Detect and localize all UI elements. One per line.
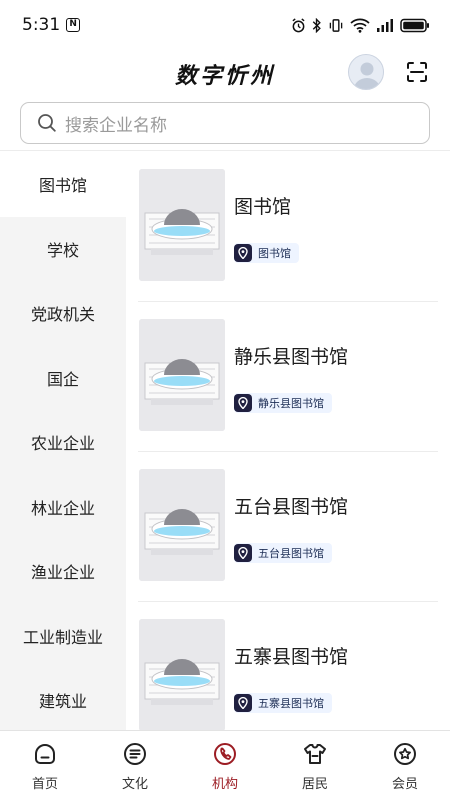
sidebar-item-construction[interactable]: 建筑业 xyxy=(0,668,126,730)
location-pin-icon xyxy=(234,544,252,562)
sidebar-item-fishery[interactable]: 渔业企业 xyxy=(0,539,126,604)
location-tag: 五寨县图书馆 xyxy=(234,693,332,713)
divider xyxy=(0,150,450,151)
sidebar-item-manufacturing[interactable]: 工业制造业 xyxy=(0,604,126,669)
search-icon xyxy=(38,114,56,132)
scan-icon xyxy=(407,62,427,82)
sidebar-item-label: 渔业企业 xyxy=(30,563,95,583)
list-item[interactable]: 五寨县图书馆 五寨县图书馆 xyxy=(126,602,450,730)
sidebar-item-label: 学校 xyxy=(46,240,79,260)
institution-list: 图书馆 图书馆 静乐县图书馆 静乐县图书馆 五台县图书馆 五台县图书馆 五寨县图… xyxy=(126,152,450,730)
item-title: 静乐县图书馆 xyxy=(234,346,349,368)
library-building-icon xyxy=(139,619,225,730)
nav-institution[interactable]: 机构 xyxy=(180,731,270,800)
alarm-icon xyxy=(291,17,306,33)
institution-icon xyxy=(214,743,236,765)
nav-label: 机构 xyxy=(211,777,238,792)
member-icon xyxy=(394,743,416,765)
library-thumbnail xyxy=(139,319,225,431)
nav-home[interactable]: 首页 xyxy=(0,731,90,800)
nav-resident[interactable]: 居民 xyxy=(270,731,360,800)
nav-label: 首页 xyxy=(31,777,58,792)
nav-label: 居民 xyxy=(301,777,328,792)
list-item[interactable]: 图书馆 图书馆 xyxy=(126,152,450,302)
nav-member[interactable]: 会员 xyxy=(360,731,450,800)
list-item[interactable]: 五台县图书馆 五台县图书馆 xyxy=(126,452,450,602)
sidebar-item-agriculture[interactable]: 农业企业 xyxy=(0,410,126,475)
avatar[interactable] xyxy=(348,54,384,90)
status-time: 5:31 xyxy=(22,15,61,35)
sidebar-item-library[interactable]: 图书馆 xyxy=(0,152,126,217)
sidebar-item-forestry[interactable]: 林业企业 xyxy=(0,475,126,540)
location-tag: 五台县图书馆 xyxy=(234,543,332,563)
library-building-icon xyxy=(139,169,225,281)
scan-button[interactable] xyxy=(405,60,429,84)
location-tag: 静乐县图书馆 xyxy=(234,393,332,413)
signal-icon xyxy=(376,18,394,32)
sidebar-item-label: 林业企业 xyxy=(30,498,95,518)
library-building-icon xyxy=(139,319,225,431)
library-thumbnail xyxy=(139,469,225,581)
library-thumbnail xyxy=(139,619,225,730)
item-title: 五寨县图书馆 xyxy=(234,646,349,668)
location-pin-icon xyxy=(234,244,252,262)
battery-icon xyxy=(400,18,430,33)
status-right xyxy=(291,17,430,33)
location-pin-icon xyxy=(234,394,252,412)
status-left: 5:31 N xyxy=(22,15,81,35)
culture-icon xyxy=(124,743,146,765)
tag-label: 图书馆 xyxy=(258,247,291,260)
category-sidebar: 图书馆 学校 党政机关 国企 农业企业 林业企业 渔业企业 工业制造业 建筑业 xyxy=(0,152,126,730)
item-title: 五台县图书馆 xyxy=(234,496,349,518)
search-input[interactable]: 搜索企业名称 xyxy=(20,102,430,144)
vibrate-icon xyxy=(328,18,344,33)
resident-icon xyxy=(304,744,326,764)
search-placeholder: 搜索企业名称 xyxy=(65,115,167,136)
sidebar-item-label: 国企 xyxy=(46,369,79,389)
tag-label: 五台县图书馆 xyxy=(258,547,324,560)
sidebar-item-government[interactable]: 党政机关 xyxy=(0,281,126,346)
app-header: 数字忻州 xyxy=(0,50,450,96)
nav-label: 文化 xyxy=(121,777,148,792)
location-tag: 图书馆 xyxy=(234,243,299,263)
location-pin-icon xyxy=(234,694,252,712)
sidebar-item-state-enterprise[interactable]: 国企 xyxy=(0,346,126,411)
sidebar-item-label: 图书馆 xyxy=(38,176,87,196)
library-building-icon xyxy=(139,469,225,581)
bluetooth-icon xyxy=(312,17,322,33)
nfc-icon: N xyxy=(66,18,81,32)
nav-culture[interactable]: 文化 xyxy=(90,731,180,800)
item-title: 图书馆 xyxy=(234,196,292,218)
sidebar-item-school[interactable]: 学校 xyxy=(0,217,126,282)
library-thumbnail xyxy=(139,169,225,281)
list-item[interactable]: 静乐县图书馆 静乐县图书馆 xyxy=(126,302,450,452)
nav-label: 会员 xyxy=(391,777,418,792)
sidebar-item-label: 党政机关 xyxy=(30,305,95,325)
tag-label: 静乐县图书馆 xyxy=(258,397,324,410)
home-icon xyxy=(35,744,55,764)
sidebar-item-label: 工业制造业 xyxy=(22,627,103,647)
bottom-nav: 首页 文化 机构 居民 会员 xyxy=(0,730,450,800)
status-bar: 5:31 N xyxy=(0,0,450,50)
tag-label: 五寨县图书馆 xyxy=(258,697,324,710)
sidebar-item-label: 建筑业 xyxy=(38,692,87,712)
wifi-icon xyxy=(350,18,370,33)
sidebar-item-label: 农业企业 xyxy=(30,434,95,454)
